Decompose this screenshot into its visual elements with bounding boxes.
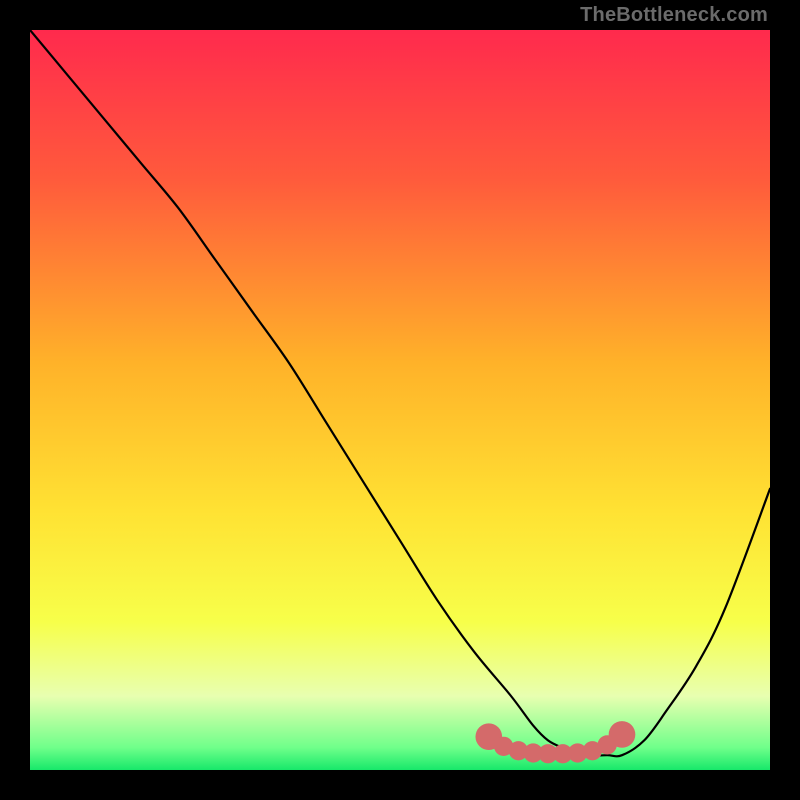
watermark-text: TheBottleneck.com <box>580 4 768 27</box>
gradient-background <box>30 30 770 770</box>
plot-area <box>30 30 770 770</box>
highlight-marker <box>609 721 636 748</box>
chart-container: TheBottleneck.com <box>0 0 800 800</box>
chart-svg <box>30 30 770 770</box>
